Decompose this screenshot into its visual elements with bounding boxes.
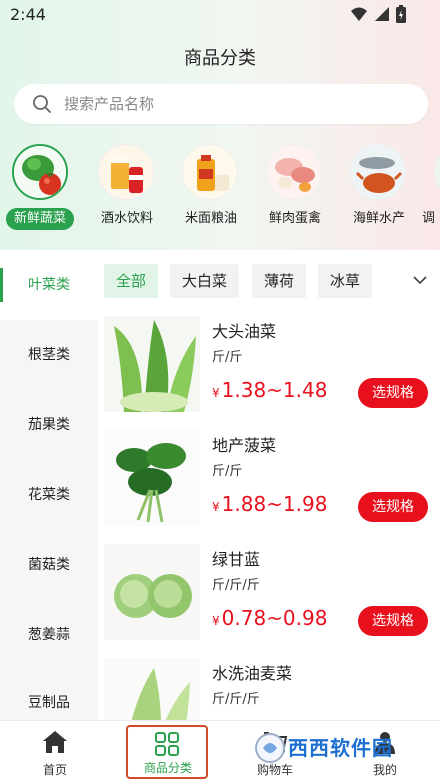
product-price: ¥1.88~1.98 (212, 492, 327, 516)
product-card[interactable]: 大头油菜 斤/斤 ¥1.38~1.48 选规格 (98, 312, 440, 426)
category-fresh-vegetables[interactable]: 新鲜蔬菜 (0, 140, 82, 236)
seafood-image (350, 144, 406, 200)
select-spec-button[interactable]: 选规格 (358, 378, 428, 408)
tab-categories[interactable]: 商品分类 (126, 725, 208, 779)
sidebar-item-onion-ginger-garlic[interactable]: 葱姜蒜 (0, 600, 98, 670)
grid-icon (154, 731, 180, 757)
product-card[interactable]: 水洗油麦菜 斤/斤/斤 (98, 654, 440, 720)
grain-oil-image (182, 144, 238, 200)
category-label: 调 (422, 211, 436, 226)
product-image (104, 430, 200, 526)
product-card[interactable]: 绿甘蓝 斤/斤/斤 ¥0.78~0.98 选规格 (98, 540, 440, 654)
home-icon (42, 729, 68, 755)
select-spec-button[interactable]: 选规格 (358, 492, 428, 522)
product-card[interactable]: 地产菠菜 斤/斤 ¥1.88~1.98 选规格 (98, 426, 440, 540)
category-seasoning[interactable]: 调 (422, 140, 440, 236)
search-input[interactable] (64, 95, 364, 113)
watermark: 西西软件园 (250, 728, 420, 772)
sidebar-item-leafy[interactable]: 叶菜类 (0, 250, 98, 320)
product-image (104, 316, 200, 412)
currency-symbol: ¥ (212, 386, 220, 400)
category-label: 酒水饮料 (100, 211, 153, 226)
category-seafood[interactable]: 海鲜水产 (338, 140, 420, 236)
product-name: 大头油菜 (212, 322, 277, 341)
sidebar-item-fruit-veg[interactable]: 茄果类 (0, 390, 98, 460)
product-unit: 斤/斤/斤 (212, 692, 260, 707)
category-label: 米面粮油 (184, 211, 237, 226)
product-name: 绿甘蓝 (212, 550, 261, 569)
drinks-image (98, 144, 154, 200)
seasoning-image (434, 144, 440, 200)
currency-symbol: ¥ (212, 614, 220, 628)
product-unit: 斤/斤/斤 (212, 578, 260, 593)
watermark-logo-icon (254, 732, 286, 768)
status-time: 2:44 (10, 5, 46, 24)
product-unit: 斤/斤 (212, 350, 243, 365)
sidebar-item-flower-veg[interactable]: 花菜类 (0, 460, 98, 530)
search-icon (32, 94, 52, 114)
battery-icon (396, 5, 406, 27)
vegetables-image (12, 144, 68, 200)
currency-symbol: ¥ (212, 500, 220, 514)
sidebar: 叶菜类 根茎类 茄果类 花菜类 菌菇类 葱姜蒜 豆制品 (0, 250, 98, 720)
product-unit: 斤/斤 (212, 464, 243, 479)
tab-home[interactable]: 首页 (0, 721, 110, 782)
product-image (104, 544, 200, 640)
meat-eggs-image (266, 144, 322, 200)
subcategory-mint[interactable]: 薄荷 (252, 264, 307, 298)
subcategory-ice-plant[interactable]: 冰草 (318, 264, 373, 298)
status-bar: 2:44 (0, 0, 440, 32)
watermark-text: 西西软件园 (288, 736, 393, 760)
product-list: 大头油菜 斤/斤 ¥1.38~1.48 选规格 地产菠菜 斤/斤 ¥1.88~1… (98, 312, 440, 720)
category-grain-oil[interactable]: 米面粮油 (170, 140, 252, 236)
product-name: 地产菠菜 (212, 436, 277, 455)
category-meat-eggs[interactable]: 鲜肉蛋禽 (254, 140, 336, 236)
category-drinks[interactable]: 酒水饮料 (86, 140, 168, 236)
subcategory-cabbage[interactable]: 大白菜 (170, 264, 240, 298)
product-image (104, 658, 200, 720)
category-label: 新鲜蔬菜 (6, 208, 74, 230)
tab-label: 首页 (42, 763, 67, 777)
sidebar-item-roots[interactable]: 根茎类 (0, 320, 98, 390)
product-name: 水洗油麦菜 (212, 664, 293, 683)
price-range: 0.78~0.98 (221, 606, 328, 630)
subcategory-bar: 全部 大白菜 薄荷 冰草 (98, 250, 440, 312)
subcategory-all[interactable]: 全部 (104, 264, 159, 298)
select-spec-button[interactable]: 选规格 (358, 606, 428, 636)
price-range: 1.88~1.98 (221, 492, 328, 516)
top-category-bar: 新鲜蔬菜 酒水饮料 米面粮油 鲜肉蛋禽 海鲜水产 调 (0, 140, 440, 236)
product-price: ¥0.78~0.98 (212, 606, 327, 630)
cellular-icon (374, 6, 390, 26)
tab-label: 商品分类 (143, 761, 192, 775)
category-label: 鲜肉蛋禽 (268, 211, 321, 226)
sidebar-item-mushrooms[interactable]: 菌菇类 (0, 530, 98, 600)
category-label: 海鲜水产 (352, 211, 405, 226)
chevron-down-icon[interactable] (410, 270, 430, 290)
product-price: ¥1.38~1.48 (212, 378, 327, 402)
price-range: 1.38~1.48 (221, 378, 328, 402)
wifi-icon (350, 6, 368, 26)
page-title: 商品分类 (184, 48, 256, 69)
search-bar[interactable] (14, 84, 428, 124)
